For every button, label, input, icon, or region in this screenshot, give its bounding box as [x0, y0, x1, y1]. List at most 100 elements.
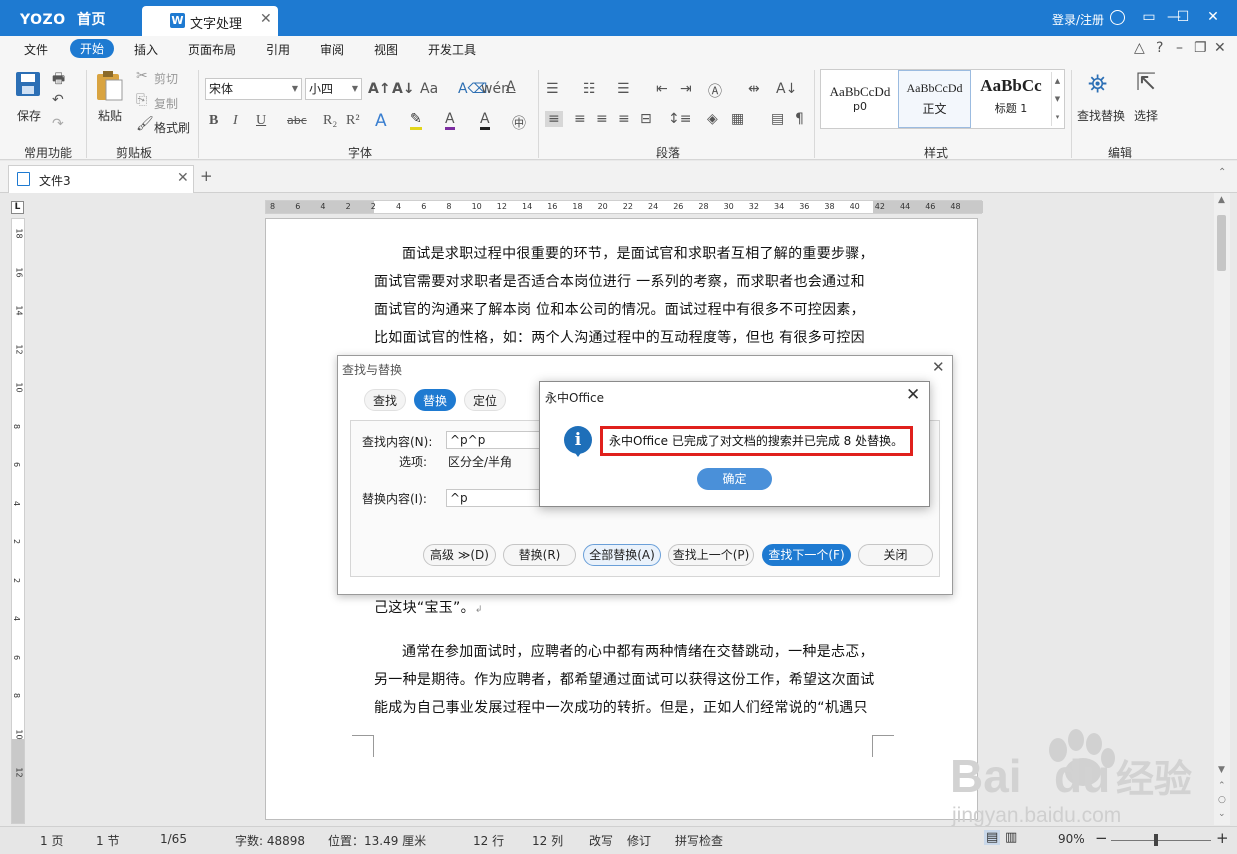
find-previous-button[interactable]: 查找上一个(P) [668, 544, 754, 566]
align-left-icon[interactable]: ≡ [545, 111, 563, 127]
enclose-char-icon[interactable]: ㊥ [512, 113, 526, 133]
align-center-icon[interactable]: ≡ [574, 111, 586, 127]
grow-font-icon[interactable]: A↑ [368, 81, 391, 97]
binoculars-icon[interactable]: ⛯ [1088, 70, 1107, 98]
skin-icon[interactable]: ▭ [1140, 8, 1158, 26]
status-overwrite[interactable]: 改写 [589, 832, 613, 849]
help-icon[interactable]: ? [1156, 40, 1163, 56]
next-page-icon[interactable]: ⌄ [1218, 809, 1226, 819]
find-what-input[interactable]: ^p^p [446, 431, 542, 449]
scrollbar-thumb[interactable] [1217, 215, 1226, 271]
scroll-down-icon[interactable]: ▼ [1218, 765, 1225, 775]
tab-find[interactable]: 查找 [364, 389, 407, 411]
style-heading1[interactable]: AaBbCc 标题 1 [973, 70, 1049, 128]
save-button[interactable] [14, 70, 44, 100]
menu-home[interactable]: 开始 [70, 39, 115, 58]
tab-goto[interactable]: 定位 [464, 389, 507, 411]
close-doc-tab-icon[interactable]: ✕ [177, 170, 189, 186]
close-tab-icon[interactable]: ✕ [260, 11, 272, 27]
login-link[interactable]: 登录/注册 [1052, 11, 1104, 28]
doc-restore-icon[interactable]: ❐ [1194, 40, 1207, 56]
chinese-layout-icon[interactable]: Ⓐ [708, 81, 722, 101]
change-case-icon[interactable]: Aa [420, 81, 438, 97]
char-scale-icon[interactable]: ⇹ [748, 81, 760, 97]
advanced-button[interactable]: 高级 ≫(D) [423, 544, 496, 566]
redo-icon[interactable]: ↷ [52, 116, 64, 132]
vertical-ruler[interactable]: 18 16 14 12 10 8 6 4 2 2 4 6 8 10 12 [11, 218, 25, 824]
menu-developer[interactable]: 开发工具 [428, 41, 476, 58]
undo-icon[interactable]: ↶ [52, 92, 64, 108]
format-painter-icon[interactable]: 🖌 [136, 116, 154, 132]
styles-scroll[interactable]: ▲ ▼ ▾ [1051, 72, 1063, 126]
show-marks-icon[interactable]: ¶ [795, 111, 804, 127]
increase-indent-icon[interactable]: ⇥ [680, 81, 692, 97]
font-name-select[interactable]: 宋体 ▼ [205, 78, 302, 100]
collapse-ribbon-icon[interactable]: △ [1134, 40, 1145, 56]
horizontal-ruler[interactable]: 8 6 4 2 2 4 6 8 10 12 14 16 18 20 22 24 26 28 30 32 34 36 38 40… [265, 200, 983, 214]
find-next-button[interactable]: 查找下一个(F) [762, 544, 851, 566]
align-right-icon[interactable]: ≡ [596, 111, 608, 127]
tab-replace[interactable]: 替换 [414, 389, 457, 411]
cut-button[interactable]: 剪切 [154, 70, 178, 87]
close-dialog-icon[interactable]: ✕ [932, 358, 945, 376]
distribute-icon[interactable]: ⊟ [640, 111, 652, 127]
font-color-icon[interactable]: A [445, 111, 455, 130]
font-size-select[interactable]: 小四 ▼ [305, 78, 362, 100]
close-message-icon[interactable]: ✕ [906, 385, 920, 405]
char-shading-icon[interactable]: A [480, 111, 490, 130]
menu-insert[interactable]: 插入 [134, 41, 158, 58]
copy-icon[interactable]: ⎘ [136, 92, 147, 108]
app-tab-word[interactable]: W 文字处理 ✕ [142, 6, 278, 36]
shrink-font-icon[interactable]: A↓ [392, 81, 415, 97]
numbered-list-icon[interactable]: ☷ [583, 81, 596, 97]
line-spacing-icon[interactable]: ↕≡ [668, 111, 691, 127]
status-revise[interactable]: 修订 [627, 832, 651, 849]
italic-icon[interactable]: I [233, 113, 238, 129]
zoom-slider-thumb[interactable] [1154, 834, 1158, 846]
new-tab-icon[interactable]: + [200, 167, 213, 185]
menu-file[interactable]: 文件 [24, 41, 48, 58]
menu-page-layout[interactable]: 页面布局 [188, 41, 236, 58]
multilevel-list-icon[interactable]: ☰ [617, 81, 630, 97]
ok-button[interactable]: 确定 [697, 468, 772, 490]
text-effect-icon[interactable]: A [375, 111, 387, 131]
doc-close-icon[interactable]: ✕ [1214, 40, 1226, 56]
menu-references[interactable]: 引用 [266, 41, 290, 58]
subscript-icon[interactable]: R₂ [323, 113, 337, 129]
user-icon[interactable] [1110, 10, 1125, 25]
strikethrough-icon[interactable]: abc [287, 114, 307, 127]
replace-all-button[interactable]: 全部替换(A) [583, 544, 661, 566]
scissors-icon[interactable]: ✂ [136, 68, 148, 84]
select-button[interactable]: 选择 [1134, 107, 1158, 124]
replace-button[interactable]: 替换(R) [503, 544, 576, 566]
zoom-slider[interactable] [1111, 840, 1211, 841]
close-window-icon[interactable]: ✕ [1204, 8, 1222, 26]
zoom-level[interactable]: 90% [1058, 832, 1085, 846]
highlight-icon[interactable]: ✎ [410, 111, 422, 130]
print-icon[interactable]: 🖶 [52, 68, 65, 92]
menu-view[interactable]: 视图 [374, 41, 398, 58]
paragraph-settings-icon[interactable]: ▤ [771, 111, 784, 127]
format-painter-button[interactable]: 格式刷 [154, 119, 190, 136]
menu-review[interactable]: 审阅 [320, 41, 344, 58]
zoom-in-icon[interactable]: + [1216, 829, 1229, 847]
prev-page-icon[interactable]: ⌃ [1218, 781, 1226, 791]
style-p0[interactable]: AaBbCcDd p0 [823, 70, 897, 128]
underline-icon[interactable]: U [256, 113, 266, 129]
zoom-out-icon[interactable]: − [1095, 829, 1108, 847]
find-replace-button[interactable]: 查找替换 [1077, 107, 1125, 124]
borders-icon[interactable]: ▦ [731, 111, 744, 127]
app-brand[interactable]: YOZO 首页 [20, 9, 106, 29]
web-view-icon[interactable]: ▥ [1005, 830, 1017, 845]
replace-with-input[interactable]: ^p [446, 489, 542, 507]
browse-object-icon[interactable]: ○ [1218, 795, 1226, 805]
justify-icon[interactable]: ≡ [618, 111, 630, 127]
style-normal[interactable]: AaBbCcDd 正文 [898, 70, 971, 128]
close-button[interactable]: 关闭 [858, 544, 933, 566]
bullet-list-icon[interactable]: ☰ [546, 81, 559, 97]
doc-minimize-icon[interactable]: – [1176, 40, 1183, 56]
status-spell-check[interactable]: 拼写检查 [675, 832, 723, 849]
status-word-count[interactable]: 字数: 48898 [235, 832, 305, 849]
paste-button[interactable] [94, 68, 126, 102]
char-border-icon[interactable]: A [506, 79, 516, 95]
